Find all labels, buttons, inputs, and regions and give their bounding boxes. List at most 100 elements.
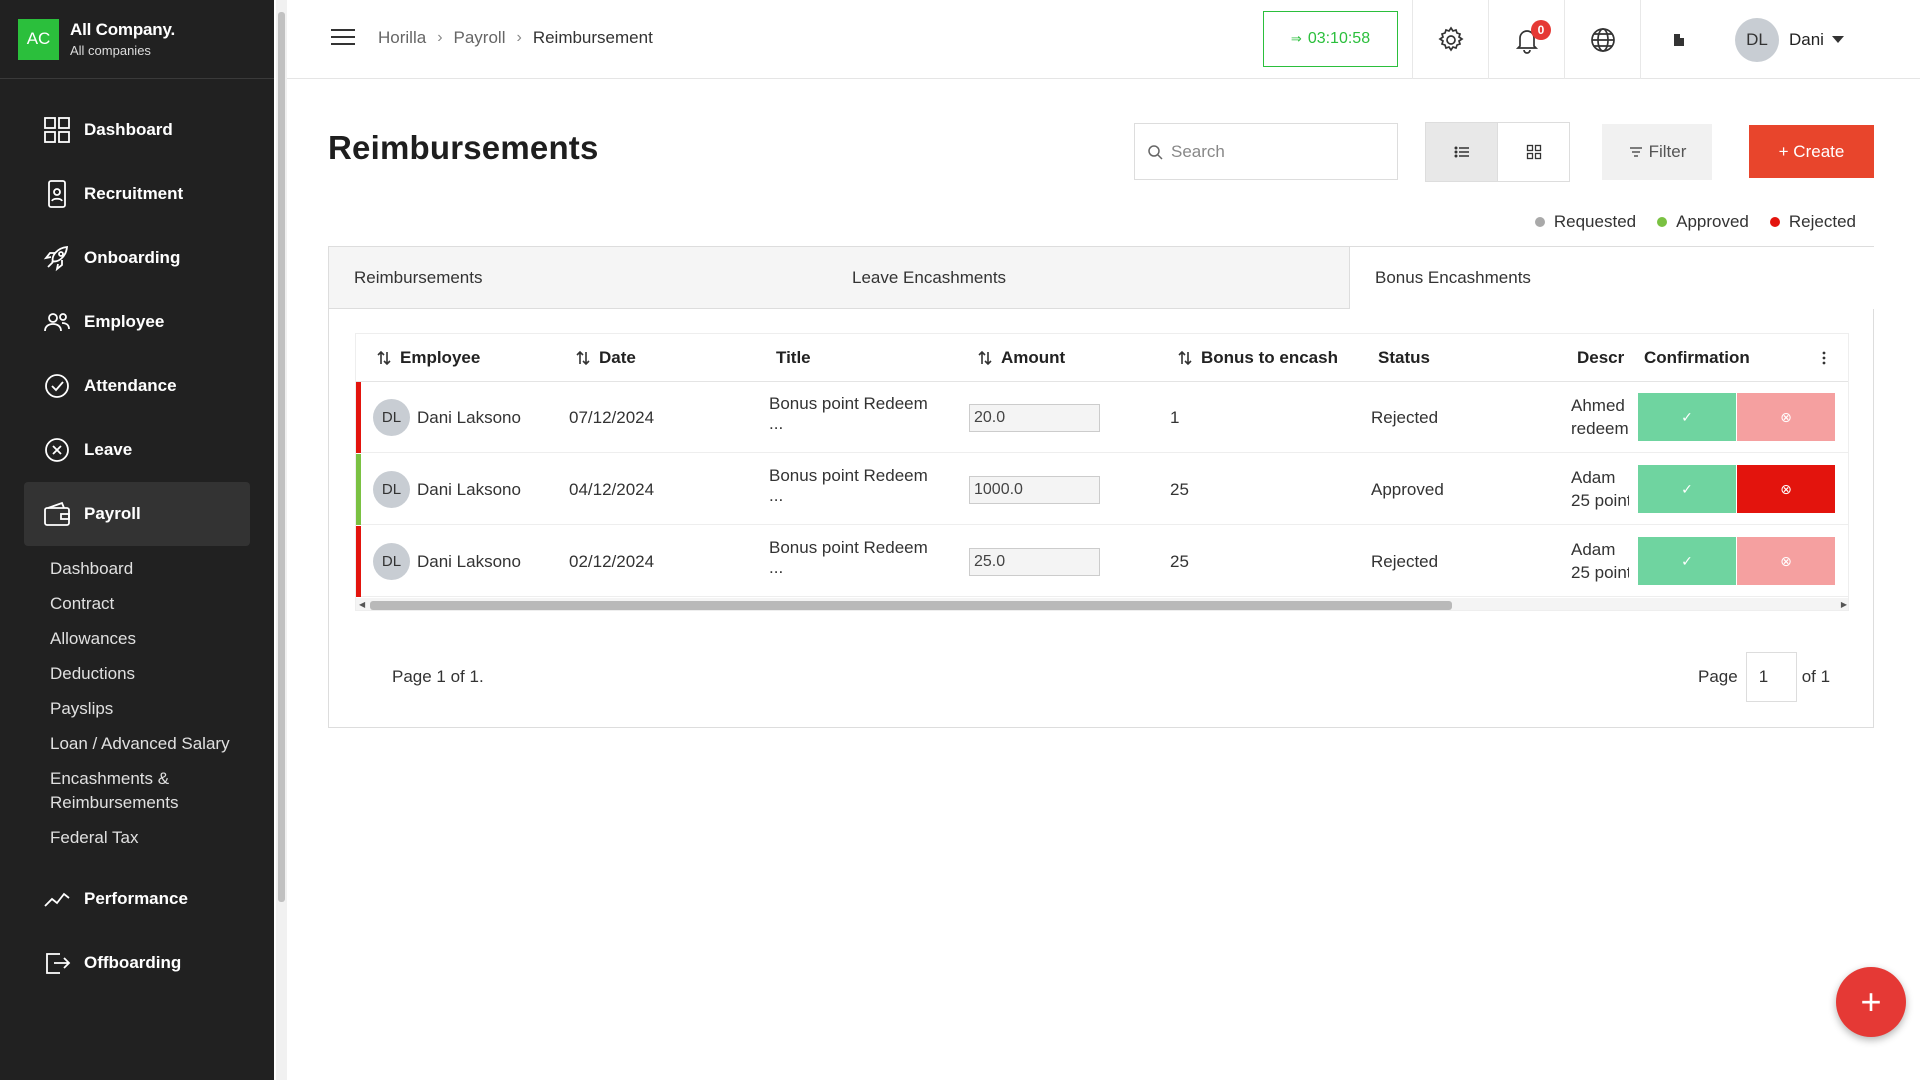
table-row[interactable]: DL Dani Laksono 02/12/2024 Bonus point Re… [356,526,1848,597]
create-button[interactable]: + Create [1749,125,1874,178]
scrollbar-thumb[interactable] [278,12,285,902]
check-icon: ✓ [1681,480,1693,497]
bonus-cell: 1 [1170,407,1180,427]
settings-button[interactable] [1412,0,1488,79]
company-select-button[interactable] [1640,0,1716,79]
sidebar-item-onboarding[interactable]: Onboarding [0,226,274,290]
caret-down-icon [1831,36,1844,43]
submenu-item-dashboard[interactable]: Dashboard [0,557,274,581]
status-cell: Rejected [1371,407,1439,427]
legend-rejected[interactable]: Rejected [1769,212,1856,232]
scroll-right-icon[interactable]: ▶ [1841,600,1847,609]
x-circle-icon [45,438,69,462]
sidebar-item-label: Dashboard [84,120,173,139]
header-employee[interactable]: Employee [376,334,480,382]
bonus-cell: 25 [1170,551,1189,571]
amount-field[interactable]: 1000.0 [969,476,1100,504]
company-name: All Company. [70,20,175,39]
search-input[interactable] [1171,141,1391,162]
sidebar-item-label: Attendance [84,376,177,395]
breadcrumb-current: Reimbursement [532,28,653,47]
check-circle-icon [45,374,69,398]
breadcrumb-item[interactable]: Payroll [454,28,506,48]
status-indicator [356,454,361,525]
sort-icon [576,350,590,366]
language-button[interactable] [1564,0,1640,79]
breadcrumb-item[interactable]: Horilla [378,28,426,48]
scrollbar-thumb[interactable] [370,601,1452,610]
filter-label: Filter [1648,142,1687,161]
sidebar-scrollbar[interactable] [276,0,287,1080]
user-menu[interactable]: DL Dani [1735,0,1844,79]
sidebar-item-leave[interactable]: Leave [0,418,274,482]
submenu-item-loan[interactable]: Loan / Advanced Salary [0,732,274,756]
header-bonus[interactable]: Bonus to encash [1177,334,1338,382]
sidebar-item-employee[interactable]: Employee [0,290,274,354]
sidebar-item-label: Performance [84,889,188,908]
notifications-button[interactable]: 0 [1488,0,1564,79]
table-horizontal-scrollbar[interactable]: ◀ ▶ [356,598,1848,610]
legend-approved[interactable]: Approved [1657,212,1749,232]
sidebar-item-offboarding[interactable]: Offboarding [0,931,274,995]
menu-toggle-icon[interactable] [331,29,355,49]
employee-cell: DL Dani Laksono [373,526,521,597]
amount-field[interactable]: 25.0 [969,548,1100,576]
header-date[interactable]: Date [575,334,636,382]
submenu-item-deductions[interactable]: Deductions [0,662,274,686]
sidebar-item-label: Offboarding [84,953,182,972]
clock-in-icon: ⇒ [1290,31,1302,46]
page-number-input[interactable]: 1 [1745,652,1797,702]
main-content: Reimbursements Filter + Create Requested… [287,79,1920,1080]
sort-icon [1178,350,1192,366]
company-switcher[interactable]: AC All Company. All companies [0,0,274,79]
sidebar-item-dashboard[interactable]: Dashboard [0,98,274,162]
sidebar-item-payroll[interactable]: Payroll [24,482,250,546]
approve-button[interactable]: ✓ [1638,537,1736,585]
header-amount[interactable]: Amount [977,334,1065,382]
legend-requested[interactable]: Requested [1534,212,1636,232]
submenu-item-allowances[interactable]: Allowances [0,627,274,651]
approve-button[interactable]: ✓ [1638,393,1736,441]
search-icon [1148,144,1163,160]
list-view-button[interactable] [1425,122,1498,182]
sidebar-item-recruitment[interactable]: Recruitment [0,162,274,226]
sidebar-item-label: Employee [84,312,165,331]
sort-icon [978,350,992,366]
exit-icon [46,953,71,974]
check-icon: ✓ [1681,408,1693,425]
scroll-left-icon[interactable]: ◀ [359,600,365,609]
search-box[interactable] [1134,123,1398,180]
tab-bonus-encashments[interactable]: Bonus Encashments [1349,247,1875,309]
status-indicator [356,382,361,453]
attendance-timer-button[interactable]: ⇒ 03:10:58 [1263,11,1398,67]
sidebar-item-attendance[interactable]: Attendance [0,354,274,418]
status-cell: Rejected [1371,551,1439,571]
submenu-item-encashments[interactable]: Encashments & Reimbursements [0,767,200,815]
submenu-item-payslips[interactable]: Payslips [0,697,274,721]
avatar: DL [373,543,410,580]
tab-leave-encashments[interactable]: Leave Encashments [852,247,1152,309]
filter-icon [1629,147,1642,157]
status-indicator [356,526,361,597]
date-cell: 04/12/2024 [569,479,655,499]
sidebar-item-performance[interactable]: Performance [0,867,274,931]
table-row[interactable]: DL Dani Laksono 04/12/2024 Bonus point Re… [356,454,1848,525]
building-icon [1673,33,1684,46]
quick-action-button[interactable]: + [1836,967,1906,1037]
reject-button[interactable]: ⊗ [1737,393,1835,441]
timer-value: 03:10:58 [1307,30,1371,47]
card-view-button[interactable] [1497,122,1570,182]
table-header: Employee Date Title Amount Bonus to enca… [356,334,1848,382]
submenu-item-contract[interactable]: Contract [0,592,274,616]
reject-button[interactable]: ⊗ [1737,537,1835,585]
approve-button[interactable]: ✓ [1638,465,1736,513]
reject-button[interactable]: ⊗ [1737,465,1835,513]
filter-button[interactable]: Filter [1602,124,1712,180]
amount-field[interactable]: 20.0 [969,404,1100,432]
table-row[interactable]: DL Dani Laksono 07/12/2024 Bonus point Re… [356,382,1848,453]
submenu-item-federal-tax[interactable]: Federal Tax [0,826,274,850]
tab-reimbursements[interactable]: Reimbursements [329,247,1349,309]
title-cell: Bonus point Redeem... [769,466,928,505]
column-options-icon[interactable] [1816,334,1840,382]
description-cell: Adam25 points [1571,468,1629,510]
